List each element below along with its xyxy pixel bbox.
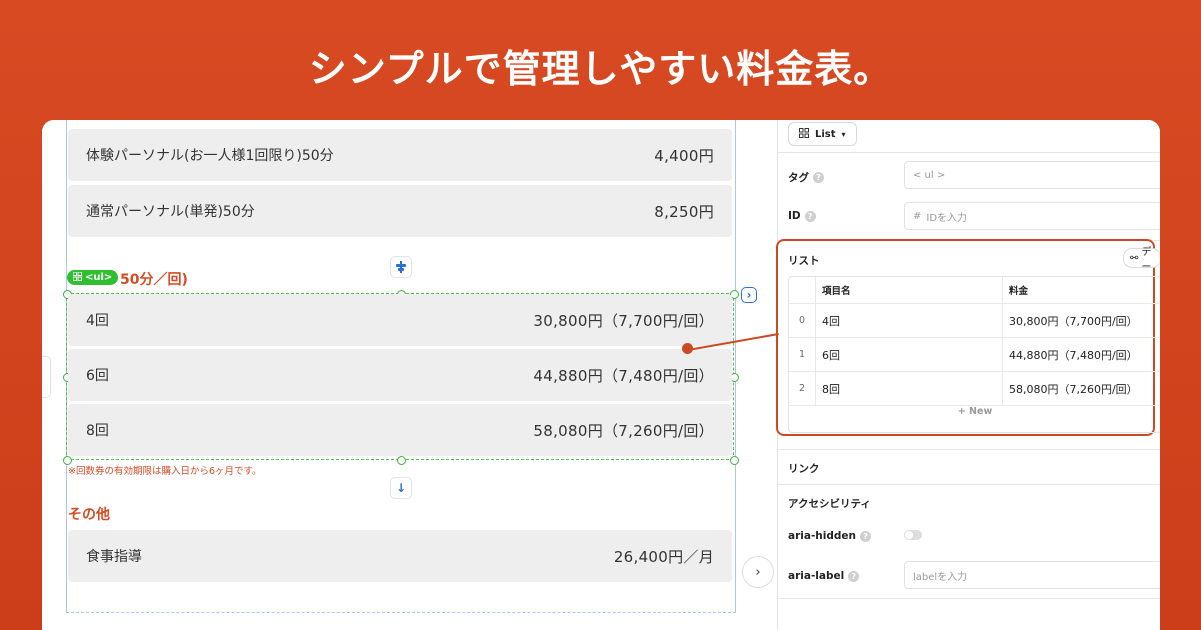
list-label: リスト <box>788 255 820 267</box>
chevron-down-icon: ▾ <box>841 129 846 139</box>
link-label[interactable]: リンク <box>788 461 820 476</box>
resize-handle[interactable] <box>730 456 739 465</box>
list-table: 項目名 料金 0 4回 30,800円（7,700円/回） 1 6回 44,88… <box>788 276 1160 433</box>
item-price: 8,250円 <box>654 202 714 221</box>
add-row-button[interactable]: + New <box>789 406 1160 417</box>
ul-badge[interactable]: <ul> <box>67 270 119 285</box>
help-icon[interactable]: ? <box>813 172 824 183</box>
item-name: 食事指導 <box>86 549 142 565</box>
resize-handle[interactable] <box>397 456 406 465</box>
id-label: ID ? <box>788 210 816 222</box>
aria-hidden-toggle[interactable] <box>904 530 922 540</box>
help-icon[interactable]: ? <box>860 530 872 542</box>
align-icon[interactable] <box>390 256 412 278</box>
column-header: 項目名 <box>815 277 1003 303</box>
headline: シンプルで管理しやすい料金表。 <box>308 47 893 91</box>
cell-price[interactable]: 30,800円（7,700円/回） <box>1003 313 1138 329</box>
cell-name[interactable]: 8回 <box>815 372 1003 405</box>
chevron-right-icon[interactable]: › <box>741 287 757 303</box>
item-name: 8回 <box>86 423 109 439</box>
row-index: 1 <box>798 349 806 360</box>
settings-panel: List ▾ タグ ? < ul > ID ? # IDを入力 リスト ⚯ デー… <box>776 120 1160 630</box>
item-name: 通常パーソナル(単発)50分 <box>86 204 255 220</box>
collapse-panel-button[interactable]: › <box>742 556 774 588</box>
price-row[interactable]: 4回 30,800円（7,700円/回） <box>68 294 732 346</box>
price-row[interactable]: 通常パーソナル(単発)50分 8,250円 <box>68 185 732 237</box>
item-name: 4回 <box>86 313 109 329</box>
other-title: その他 <box>68 507 110 523</box>
row-index: 0 <box>798 315 806 326</box>
arrow-down-icon[interactable]: ↓ <box>390 477 412 499</box>
price-row[interactable]: 体験パーソナル(お一人様1回限り)50分 4,400円 <box>68 129 732 181</box>
cell-price[interactable]: 44,880円（7,480円/回） <box>1003 347 1138 363</box>
item-price: 58,080円（7,260円/回） <box>533 421 714 440</box>
item-name: 体験パーソナル(お一人様1回限り)50分 <box>86 148 334 164</box>
aria-hidden-text: aria-hidden <box>788 530 857 542</box>
tag-label: タグ ? <box>788 170 824 185</box>
canvas: 体験パーソナル(お一人様1回限り)50分 4,400円 通常パーソナル(単発)5… <box>42 120 777 630</box>
link-icon: ⚯ <box>1130 252 1139 264</box>
left-panel-tab[interactable] <box>42 356 51 398</box>
hash-icon: # <box>913 210 922 222</box>
item-name: 6回 <box>86 368 109 384</box>
aria-label-text: aria-label <box>788 570 845 582</box>
help-icon[interactable]: ? <box>848 570 860 582</box>
item-price: 44,880円（7,480円/回） <box>533 366 714 385</box>
component-label: List <box>815 128 836 140</box>
aria-hidden-label: aria-hidden ? <box>788 530 872 542</box>
cell-price[interactable]: 58,080円（7,260円/回） <box>1003 381 1138 397</box>
table-row[interactable]: 0 4回 30,800円（7,700円/回） <box>789 304 1160 338</box>
table-header: 項目名 料金 <box>789 277 1160 304</box>
aria-label-label: aria-label ? <box>788 570 860 582</box>
item-price: 26,400円／月 <box>613 547 714 566</box>
ul-badge-label: <ul> <box>85 272 113 283</box>
component-selector[interactable]: List ▾ <box>788 122 857 146</box>
validity-note: ※回数券の有効期限は購入日から6ヶ月です。 <box>68 466 262 477</box>
id-label-text: ID <box>788 210 801 222</box>
row-index: 2 <box>798 383 806 394</box>
table-row[interactable]: 1 6回 44,880円（7,480円/回） <box>789 338 1160 372</box>
price-row[interactable]: 6回 44,880円（7,480円/回） <box>68 349 732 401</box>
tag-label-text: タグ <box>788 172 809 184</box>
item-price: 4,400円 <box>654 146 714 165</box>
column-header: 料金 <box>1009 286 1029 297</box>
cell-name[interactable]: 4回 <box>815 304 1003 337</box>
aria-label-field[interactable]: labelを入力 <box>904 561 1160 589</box>
id-placeholder: IDを入力 <box>926 212 968 224</box>
editor-window: 体験パーソナル(お一人様1回限り)50分 4,400円 通常パーソナル(単発)5… <box>42 120 1160 630</box>
section-title: 50分／回) <box>120 272 188 288</box>
data-button-label: デー <box>1141 247 1152 273</box>
table-row[interactable]: 2 8回 58,080円（7,260円/回） <box>789 372 1160 406</box>
grid-icon <box>72 271 82 284</box>
tag-field[interactable]: < ul > <box>904 161 1160 189</box>
a11y-label: アクセシビリティ <box>788 498 871 510</box>
price-row[interactable]: 食事指導 26,400円／月 <box>68 530 732 582</box>
help-icon[interactable]: ? <box>804 210 816 222</box>
cell-name[interactable]: 6回 <box>815 338 1003 371</box>
grid-icon <box>799 127 809 141</box>
data-button[interactable]: ⚯ デー <box>1123 247 1160 273</box>
chevron-right-icon: › <box>755 564 761 580</box>
price-row[interactable]: 8回 58,080円（7,260円/回） <box>68 404 732 456</box>
id-field[interactable]: # IDを入力 <box>904 202 1160 230</box>
item-price: 30,800円（7,700円/回） <box>533 311 714 330</box>
